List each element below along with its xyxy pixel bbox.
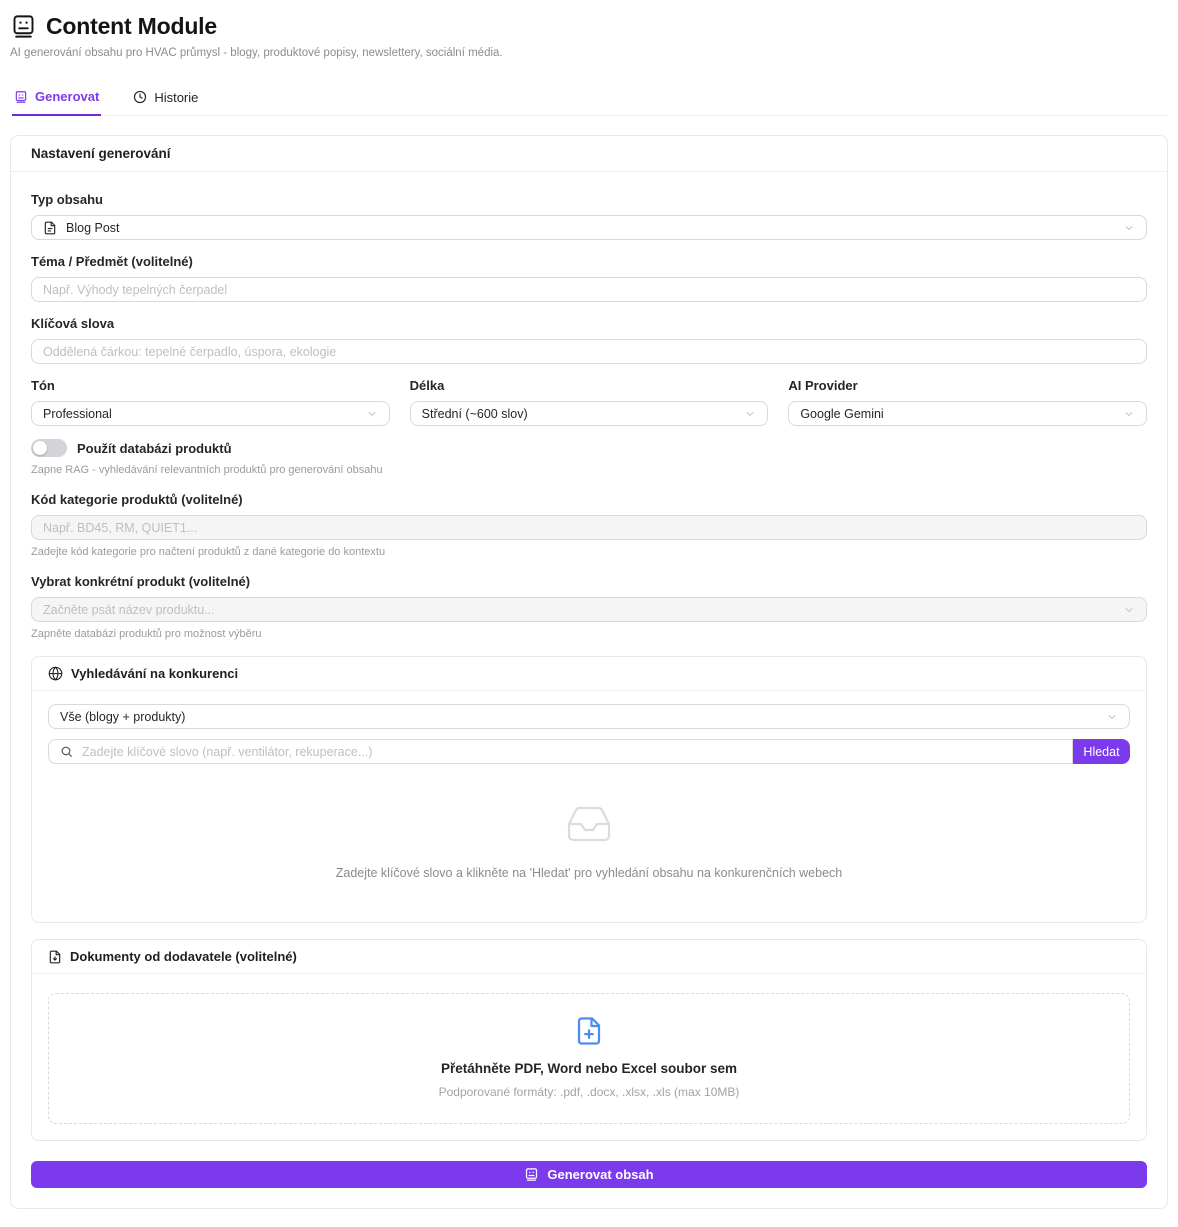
keywords-label: Klíčová slova [31,316,1147,331]
specific-product-placeholder: Začněte psát název produktu... [43,603,1114,617]
product-db-label: Použít databázi produktů [77,441,232,456]
search-button[interactable]: Hledat [1073,739,1130,764]
chevron-down-icon [1123,408,1135,420]
length-label: Délka [410,378,769,393]
page-subtitle: AI generování obsahu pro HVAC průmysl - … [10,47,1168,59]
generate-content-label: Generovat obsah [547,1167,653,1182]
category-code-helper: Zadejte kód kategorie pro načtení produk… [31,546,1147,558]
bot-icon [524,1167,539,1182]
competitor-search-panel: Vyhledávání na konkurenci Vše (blogy + p… [31,656,1147,923]
chevron-down-icon [1106,711,1118,723]
keywords-field: Klíčová slova [31,316,1147,364]
settings-card-body: Typ obsahu Blog Post [11,172,1167,1208]
bot-icon [10,13,37,40]
specific-product-helper: Zapněte databázi produktů pro možnost vý… [31,628,1147,640]
content-module-page: Content Module AI generování obsahu pro … [0,0,1178,1227]
search-icon [60,745,73,758]
product-db-toggle-row: Použít databázi produktů [31,439,1147,457]
settings-card-title: Nastavení generování [11,136,1167,172]
content-type-select[interactable]: Blog Post [31,215,1147,240]
bot-icon [14,90,28,104]
ai-provider-select[interactable]: Google Gemini [788,401,1147,426]
category-code-input-wrapper [31,515,1147,540]
page-header: Content Module [10,13,1168,40]
category-code-label: Kód kategorie produktů (volitelné) [31,492,1147,507]
keywords-input-wrapper [31,339,1147,364]
page-title: Content Module [46,13,217,40]
category-code-field: Kód kategorie produktů (volitelné) Zadej… [31,492,1147,558]
inbox-icon [565,800,613,848]
specific-product-label: Vybrat konkrétní produkt (volitelné) [31,574,1147,589]
documents-body: Přetáhněte PDF, Word nebo Excel soubor s… [32,974,1146,1140]
tab-generate-label: Generovat [35,89,99,104]
competitor-search-header: Vyhledávání na konkurenci [32,657,1146,691]
tone-label: Tón [31,378,390,393]
chevron-down-icon [366,408,378,420]
length-select[interactable]: Střední (~600 slov) [410,401,769,426]
chevron-down-icon [744,408,756,420]
tab-history[interactable]: Historie [131,84,200,115]
tab-history-label: Historie [154,90,198,105]
content-type-value: Blog Post [66,221,1114,235]
ai-provider-value: Google Gemini [800,407,1114,421]
file-dropzone[interactable]: Přetáhněte PDF, Word nebo Excel soubor s… [48,993,1130,1124]
ai-provider-field: AI Provider Google Gemini [788,378,1147,426]
generate-content-button[interactable]: Generovat obsah [31,1161,1147,1188]
product-db-helper: Zapne RAG - vyhledávání relevantních pro… [31,464,1147,476]
search-empty-text: Zadejte klíčové slovo a klikněte na 'Hle… [48,866,1130,880]
topic-input[interactable] [43,278,1135,301]
tone-select[interactable]: Professional [31,401,390,426]
tone-field: Tón Professional [31,378,390,426]
clock-icon [133,90,147,104]
file-down-icon [48,950,62,964]
specific-product-select[interactable]: Začněte psát název produktu... [31,597,1147,622]
length-value: Střední (~600 slov) [422,407,736,421]
length-field: Délka Střední (~600 slov) [410,378,769,426]
keywords-input[interactable] [43,340,1135,363]
content-type-field: Typ obsahu Blog Post [31,192,1147,240]
content-type-label: Typ obsahu [31,192,1147,207]
tab-bar: Generovat Historie [10,84,1168,116]
search-empty-state: Zadejte klíčové slovo a klikněte na 'Hle… [48,764,1130,906]
tone-length-provider-row: Tón Professional Délka Střední (~600 slo… [31,378,1147,426]
documents-title: Dokumenty od dodavatele (volitelné) [70,949,297,964]
settings-card: Nastavení generování Typ obsahu Blog Pos… [10,135,1168,1209]
chevron-down-icon [1123,222,1135,234]
file-text-icon [43,221,57,235]
category-code-input[interactable] [43,516,1135,539]
tab-generate[interactable]: Generovat [12,84,101,116]
dropzone-formats: Podporované formáty: .pdf, .docx, .xlsx,… [59,1085,1119,1099]
topic-label: Téma / Předmět (volitelné) [31,254,1147,269]
topic-field: Téma / Předmět (volitelné) [31,254,1147,302]
competitor-search-title: Vyhledávání na konkurenci [71,666,238,681]
search-scope-select[interactable]: Vše (blogy + produkty) [48,704,1130,729]
globe-icon [48,666,63,681]
toggle-knob [33,441,47,455]
documents-panel: Dokumenty od dodavatele (volitelné) Přet… [31,939,1147,1141]
specific-product-field: Vybrat konkrétní produkt (volitelné) Zač… [31,574,1147,640]
keyword-search-input[interactable] [82,740,1061,763]
dropzone-title: Přetáhněte PDF, Word nebo Excel soubor s… [59,1061,1119,1076]
tone-value: Professional [43,407,357,421]
search-scope-value: Vše (blogy + produkty) [60,710,1097,724]
keyword-search-wrapper [48,739,1073,764]
keyword-search-row: Hledat [48,739,1130,764]
chevron-down-icon [1123,604,1135,616]
topic-input-wrapper [31,277,1147,302]
file-plus-icon [574,1016,604,1046]
ai-provider-label: AI Provider [788,378,1147,393]
product-db-toggle[interactable] [31,439,67,457]
documents-header: Dokumenty od dodavatele (volitelné) [32,940,1146,974]
competitor-search-body: Vše (blogy + produkty) [32,691,1146,922]
